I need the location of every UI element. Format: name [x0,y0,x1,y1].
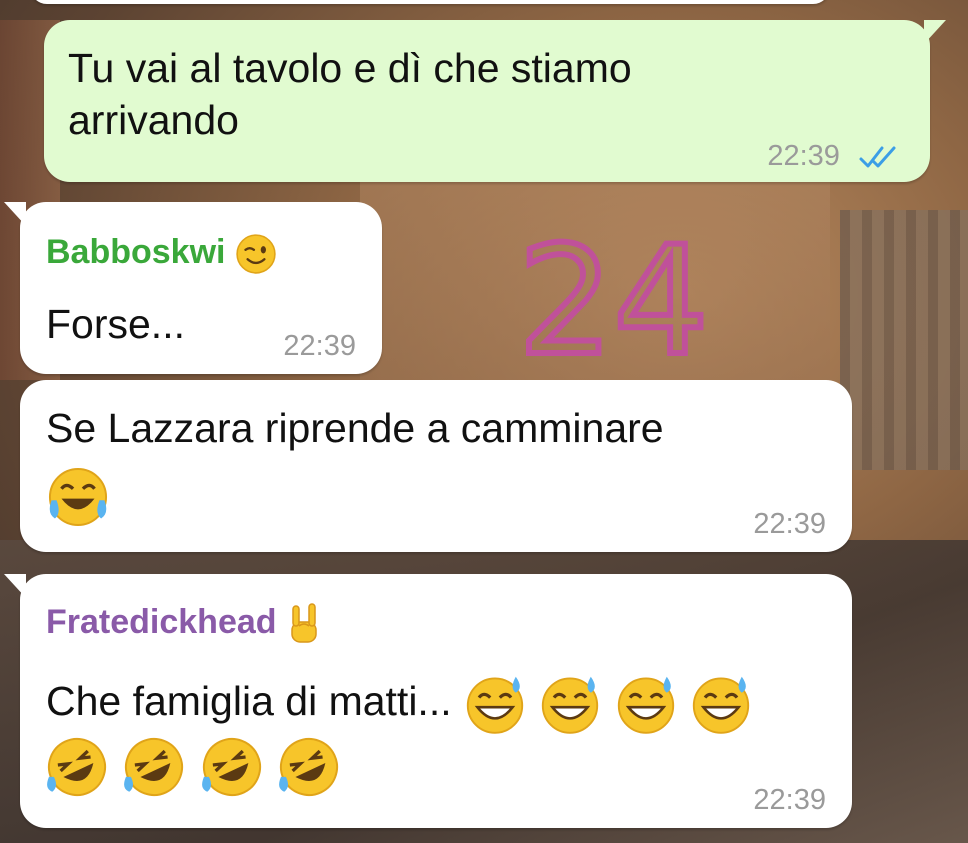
message-bubble-outgoing[interactable]: Tu vai al tavolo e dì che stiamo arrivan… [44,20,946,182]
message-time: 22:39 [753,784,826,816]
rolling-on-floor-laughing-icon [47,737,107,797]
message-time: 22:39 [767,130,902,182]
previous-message-edge[interactable] [30,0,830,4]
grinning-face-with-sweat-icon [617,676,674,734]
emoji-line [44,734,342,800]
message-text: Se Lazzara riprende a camminare [46,405,664,451]
rolling-on-floor-laughing-icon [124,737,184,797]
handwritten-24-drawing: 24 [518,218,712,368]
message-time: 22:39 [283,330,356,362]
message-time: 22:39 [753,508,826,540]
rolling-on-floor-laughing-icon [201,737,261,797]
message-text: Forse... [46,301,185,347]
grinning-face-with-sweat-icon [693,676,750,734]
face-with-tears-of-joy-icon [48,467,108,527]
double-check-read-icon [859,146,896,168]
winking-face-icon [236,234,276,274]
message-bubble-incoming[interactable]: Babboskwi Forse... 22:39 [4,202,382,374]
message-text-line: Che famiglia di matti... [46,672,753,736]
message-text: Tu vai al tavolo e dì che stiamo arrivan… [68,45,632,143]
wallpaper-roof [840,210,968,470]
svg-text:24: 24 [518,218,709,368]
sender-name[interactable]: Babboskwi [46,230,277,275]
message-bubble-incoming[interactable]: Se Lazzara riprende a camminare 22:39 [20,380,852,552]
grinning-face-with-sweat-icon [542,676,599,734]
sign-of-horns-icon [291,603,317,643]
sender-name[interactable]: Fratedickhead [46,600,322,646]
rolling-on-floor-laughing-icon [279,737,339,797]
message-bubble-incoming[interactable]: Fratedickhead Che famiglia di matti... 2… [4,574,852,828]
grinning-face-with-sweat-icon [466,676,524,734]
